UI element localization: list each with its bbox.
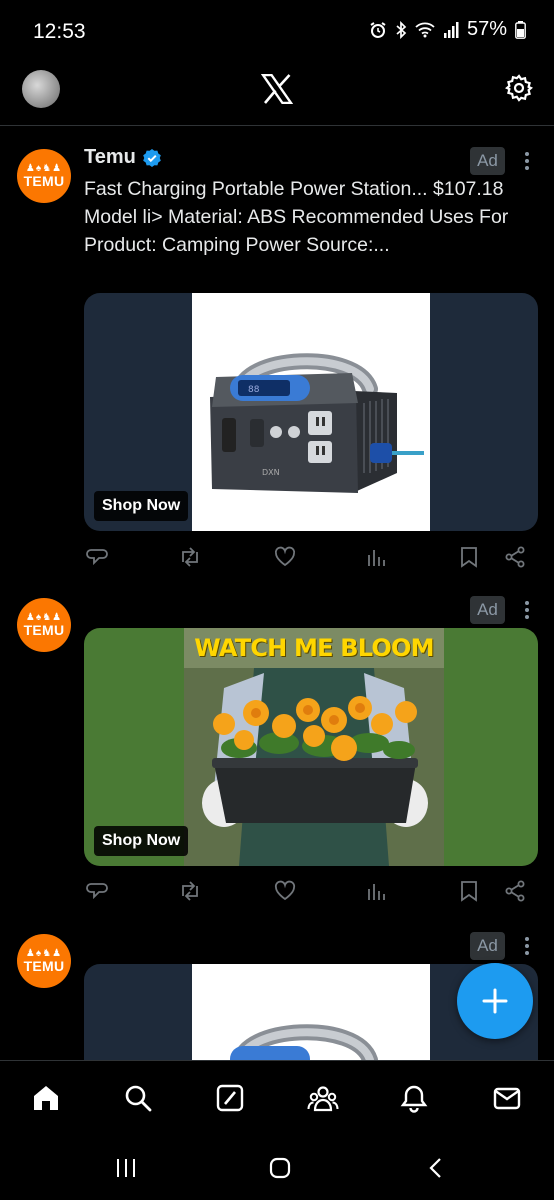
flower-planter-image: WATCH ME BLOOM <box>184 628 444 866</box>
retweet-icon[interactable] <box>178 880 202 902</box>
status-icons: 57% <box>369 18 526 41</box>
retweet-icon[interactable] <box>178 546 202 568</box>
like-icon[interactable] <box>274 880 296 902</box>
more-icon[interactable] <box>518 598 536 622</box>
shop-now-button[interactable]: Shop Now <box>94 491 189 521</box>
svg-text:88: 88 <box>248 385 260 395</box>
temu-logo-text: TEMU <box>23 173 65 189</box>
bookmark-icon[interactable] <box>460 546 478 568</box>
author-row: Temu <box>84 146 162 169</box>
x-logo-icon <box>260 73 294 109</box>
power-station-image <box>192 964 430 1060</box>
action-bar <box>84 878 538 908</box>
search-icon[interactable] <box>123 1083 153 1113</box>
notifications-icon[interactable] <box>399 1083 429 1113</box>
post-text: Fast Charging Portable Power Station... … <box>84 178 509 256</box>
ad-badge: Ad <box>470 932 505 960</box>
share-icon[interactable] <box>504 546 526 568</box>
verified-badge-icon <box>143 148 161 167</box>
image-title: WATCH ME BLOOM <box>194 634 434 662</box>
wifi-icon <box>415 22 435 37</box>
author-name[interactable]: Temu <box>84 146 136 169</box>
battery-icon <box>515 20 526 39</box>
more-icon[interactable] <box>518 149 536 173</box>
action-bar <box>84 544 538 574</box>
temu-logo-text: TEMU <box>23 958 65 974</box>
bluetooth-icon <box>396 20 407 39</box>
system-nav <box>0 1136 554 1200</box>
reply-icon[interactable] <box>86 546 108 568</box>
temu-avatar[interactable]: ♟♠♞♟ TEMU <box>17 149 71 203</box>
gear-icon[interactable] <box>504 73 534 108</box>
messages-icon[interactable] <box>492 1083 522 1113</box>
views-icon[interactable] <box>366 880 386 902</box>
top-header <box>0 62 554 126</box>
temu-logo-text: TEMU <box>23 622 65 638</box>
views-icon[interactable] <box>366 546 386 568</box>
bottom-nav <box>0 1060 554 1136</box>
battery-percent: 57% <box>466 18 507 40</box>
like-icon[interactable] <box>274 546 296 568</box>
back-icon[interactable] <box>424 1156 448 1180</box>
temu-avatar[interactable]: ♟♠♞♟ TEMU <box>17 598 71 652</box>
communities-icon[interactable] <box>307 1083 339 1113</box>
svg-text:DXN: DXN <box>262 468 280 477</box>
post-2[interactable]: ♟♠♞♟ TEMU Ad WATCH ME BLOOM Shop Now <box>0 596 554 931</box>
grok-icon[interactable] <box>215 1083 245 1113</box>
ad-badge: Ad <box>470 147 505 175</box>
status-time: 12:53 <box>33 20 86 43</box>
recents-icon[interactable] <box>114 1156 138 1180</box>
home-icon[interactable] <box>31 1083 61 1113</box>
alarm-icon <box>370 21 386 38</box>
ad-badge: Ad <box>470 596 505 624</box>
post-1[interactable]: ♟♠♞♟ TEMU Temu Ad Fast Charging Portable… <box>0 142 554 587</box>
bookmark-icon[interactable] <box>460 880 478 902</box>
home-button-icon[interactable] <box>268 1156 292 1180</box>
signal-icon <box>443 21 459 38</box>
profile-avatar[interactable] <box>22 70 60 108</box>
more-icon[interactable] <box>518 934 536 958</box>
shop-now-button[interactable]: Shop Now <box>94 826 189 856</box>
reply-icon[interactable] <box>86 880 108 902</box>
temu-avatar[interactable]: ♟♠♞♟ TEMU <box>17 934 71 988</box>
post-media[interactable]: 88 DXN Shop Now <box>84 293 538 531</box>
power-station-image: 88 DXN <box>192 293 430 531</box>
share-icon[interactable] <box>504 880 526 902</box>
status-bar: 12:53 57% <box>0 0 554 62</box>
post-media[interactable]: WATCH ME BLOOM Shop Now <box>84 628 538 866</box>
plus-icon <box>482 988 508 1014</box>
compose-button[interactable] <box>457 963 533 1039</box>
